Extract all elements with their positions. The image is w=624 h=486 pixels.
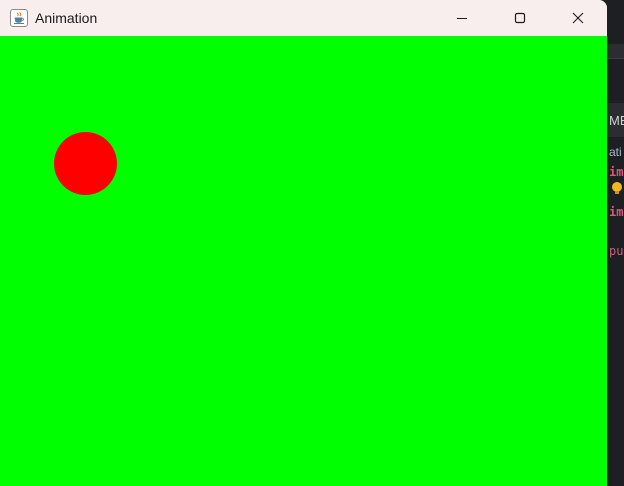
animation-canvas — [0, 36, 607, 486]
ide-code-line-public: pu — [609, 244, 624, 258]
close-button[interactable] — [549, 0, 607, 36]
close-icon — [572, 12, 584, 24]
ide-code-line-import-2: im — [609, 205, 624, 219]
ide-tab-label-fragment[interactable]: ME — [609, 114, 624, 128]
minimize-button[interactable] — [433, 0, 491, 36]
java-cup-icon[interactable] — [10, 9, 28, 27]
ide-breadcrumb-fragment: ati — [609, 145, 622, 159]
lightbulb-icon[interactable] — [612, 182, 622, 194]
red-ball — [54, 132, 117, 195]
maximize-icon — [514, 12, 526, 24]
animation-window: Animation — [0, 0, 607, 486]
maximize-button[interactable] — [491, 0, 549, 36]
ide-code-line-import-1: im — [609, 165, 624, 179]
title-bar[interactable]: Animation — [0, 0, 607, 36]
window-controls — [433, 0, 607, 36]
window-title: Animation — [35, 10, 98, 26]
ide-toolbar-strip — [606, 44, 624, 59]
minimize-icon — [457, 18, 467, 19]
